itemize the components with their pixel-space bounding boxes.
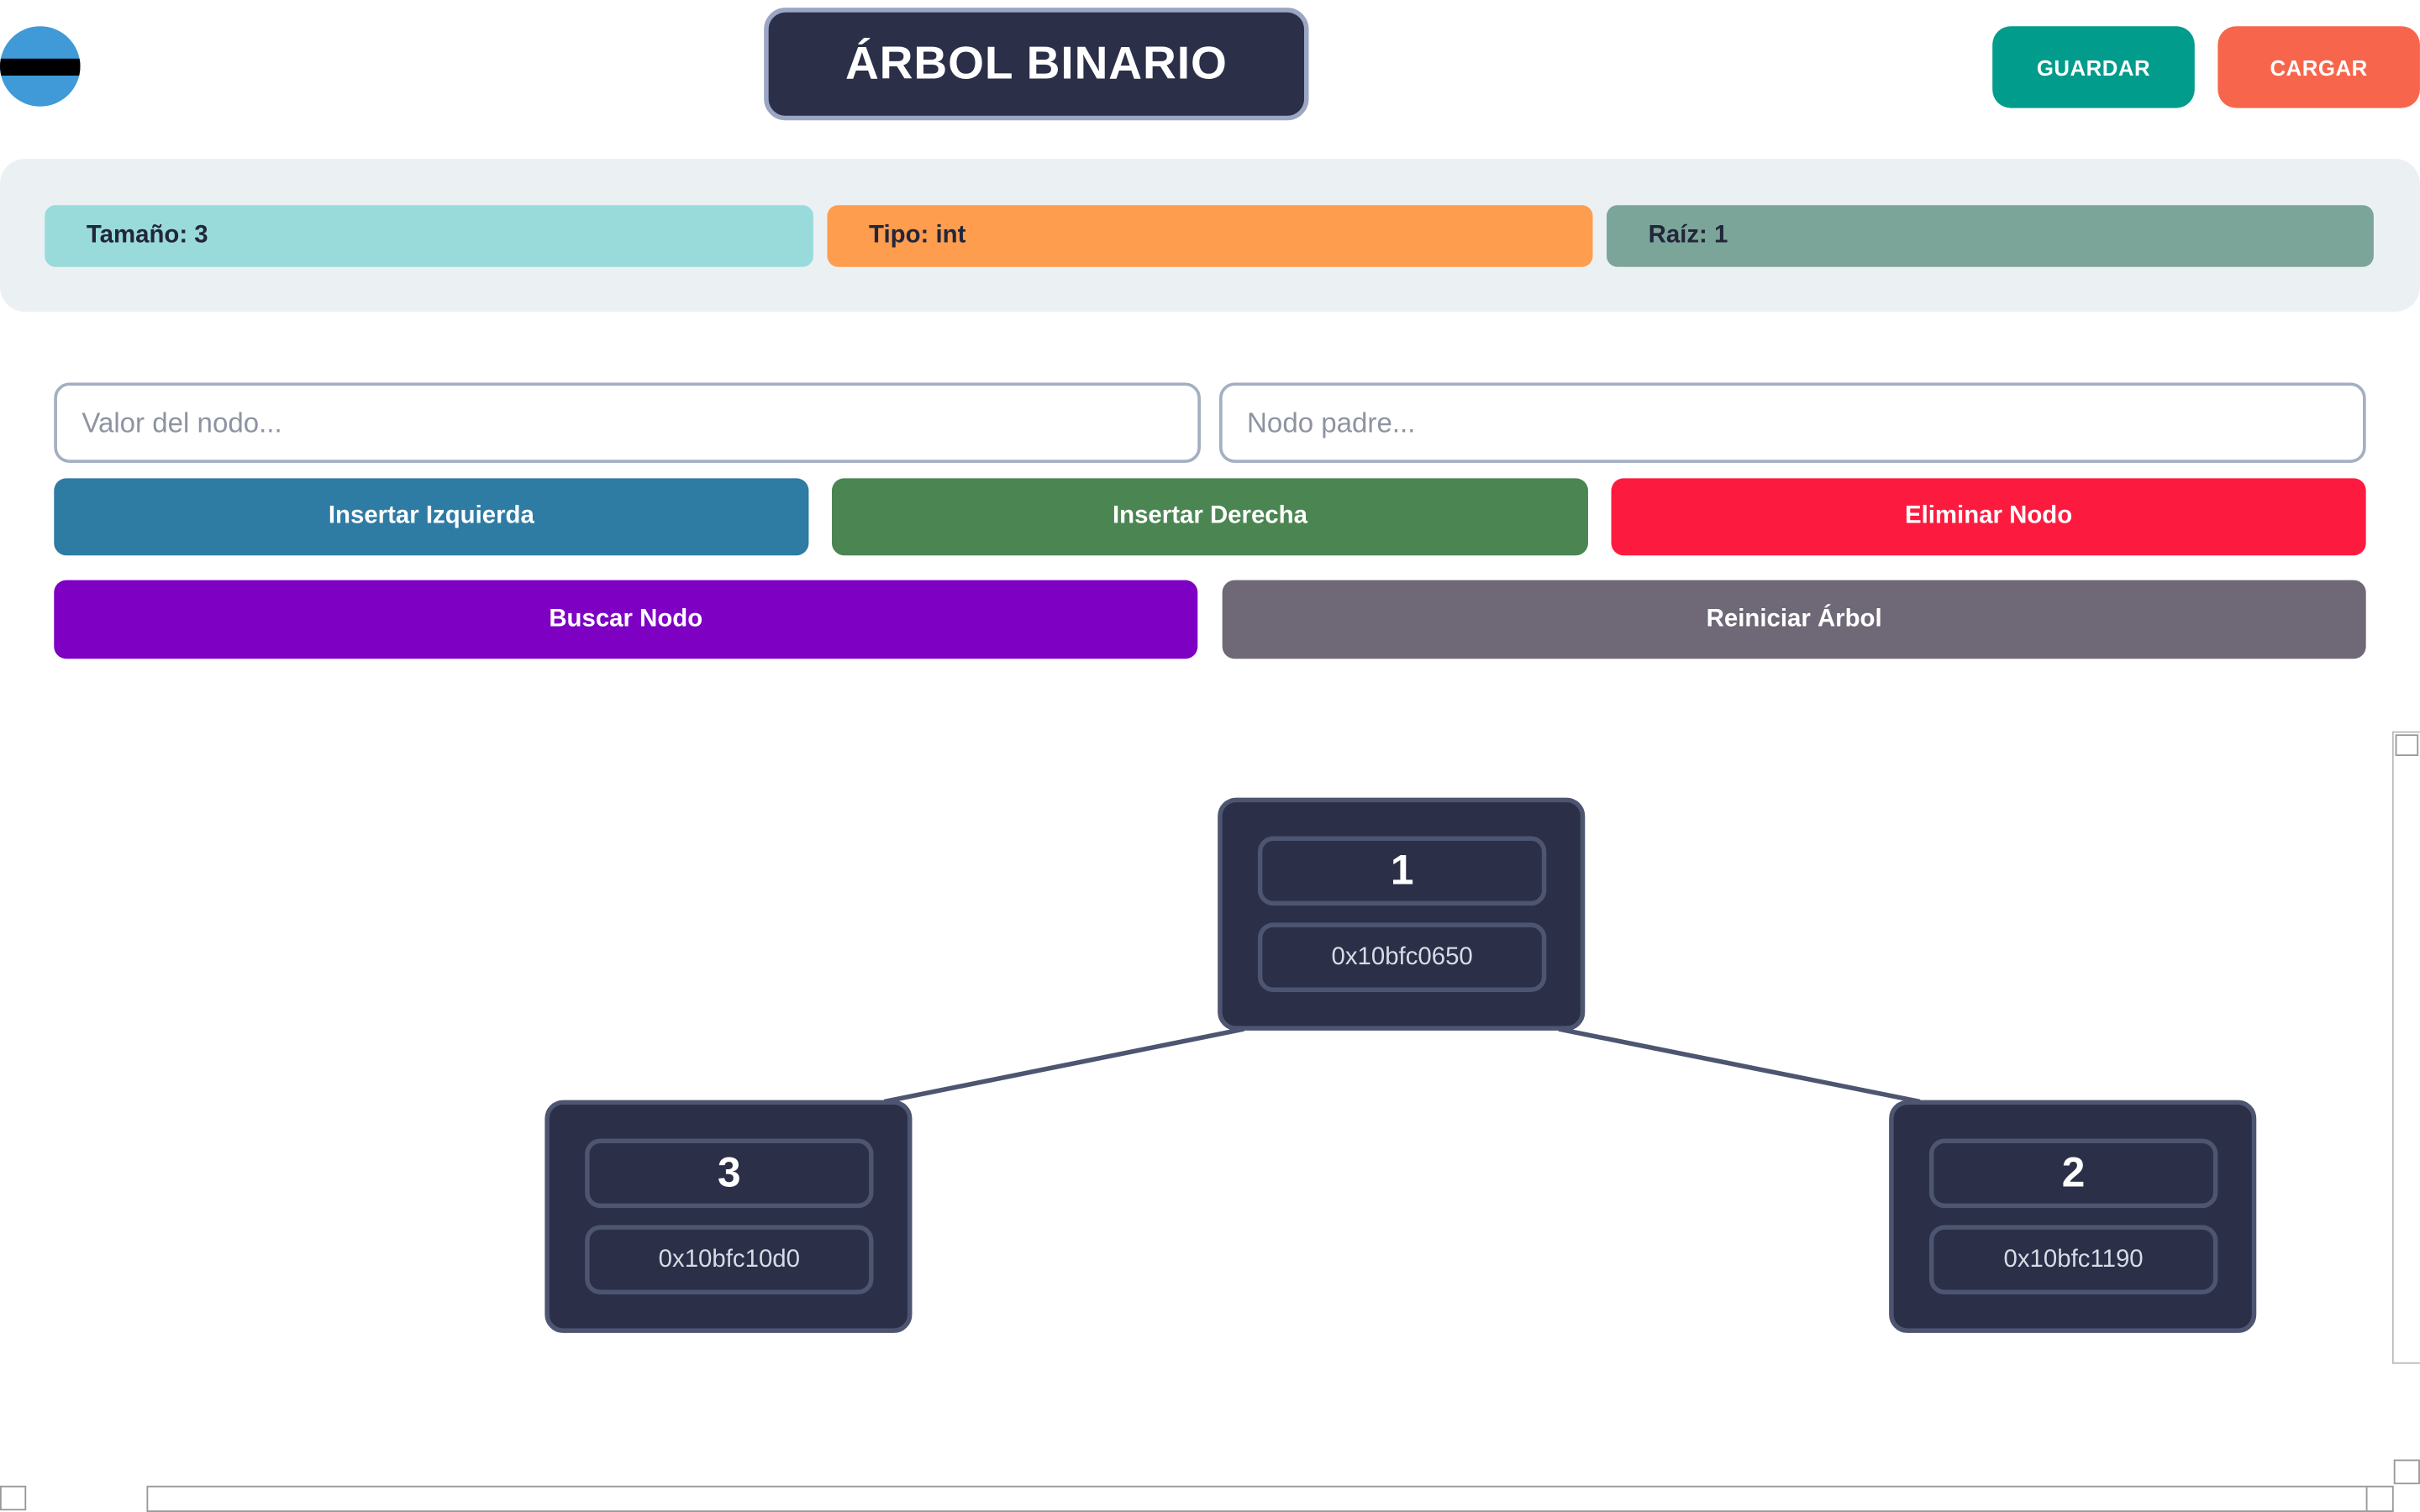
scroll-corner (2393, 1459, 2420, 1484)
vertical-scrollbar[interactable] (2391, 731, 2420, 1364)
parent-node-input[interactable] (1218, 382, 2366, 464)
insert-right-button[interactable]: Insertar Derecha (831, 478, 1588, 556)
size-badge: Tamaño: 3 (45, 205, 813, 267)
root-badge: Raíz: 1 (1607, 205, 2374, 267)
node-address: 0x10bfc1190 (1928, 1225, 2218, 1294)
tree-node-root[interactable]: 1 0x10bfc0650 (1218, 797, 1586, 1031)
node-address: 0x10bfc10d0 (585, 1225, 874, 1294)
scroll-up-icon[interactable] (2395, 734, 2419, 756)
page-title: ÁRBOL BINARIO (764, 8, 1309, 121)
node-address: 0x10bfc0650 (1257, 922, 1547, 992)
edge-root-left (883, 1026, 1244, 1105)
search-node-button[interactable]: Buscar Nodo (54, 580, 1198, 659)
insert-left-button[interactable]: Insertar Izquierda (54, 478, 809, 556)
tree-node-left[interactable]: 3 0x10bfc10d0 (544, 1100, 913, 1333)
horizontal-scrollbar[interactable] (146, 1485, 2394, 1512)
reset-tree-button[interactable]: Reiniciar Árbol (1222, 580, 2366, 659)
type-badge: Tipo: int (827, 205, 1593, 267)
stats-panel: Tamaño: 3 Tipo: int Raíz: 1 (0, 159, 2420, 312)
node-value: 1 (1257, 836, 1547, 906)
logo-icon (0, 26, 81, 107)
save-button[interactable]: GUARDAR (1992, 26, 2195, 108)
node-value: 3 (585, 1138, 874, 1209)
scroll-left-icon[interactable] (0, 1485, 27, 1511)
tree-node-right[interactable]: 2 0x10bfc1190 (1889, 1100, 2257, 1333)
app-window: ÁRBOL BINARIO GUARDAR CARGAR Tamaño: 3 T… (0, 0, 2420, 1512)
delete-node-button[interactable]: Eliminar Nodo (1611, 478, 2366, 556)
scroll-right-icon[interactable] (2365, 1487, 2392, 1511)
node-value-input[interactable] (54, 382, 1201, 464)
node-value: 2 (1928, 1138, 2218, 1209)
edge-root-right (1558, 1026, 1921, 1105)
load-button[interactable]: CARGAR (2217, 26, 2420, 108)
